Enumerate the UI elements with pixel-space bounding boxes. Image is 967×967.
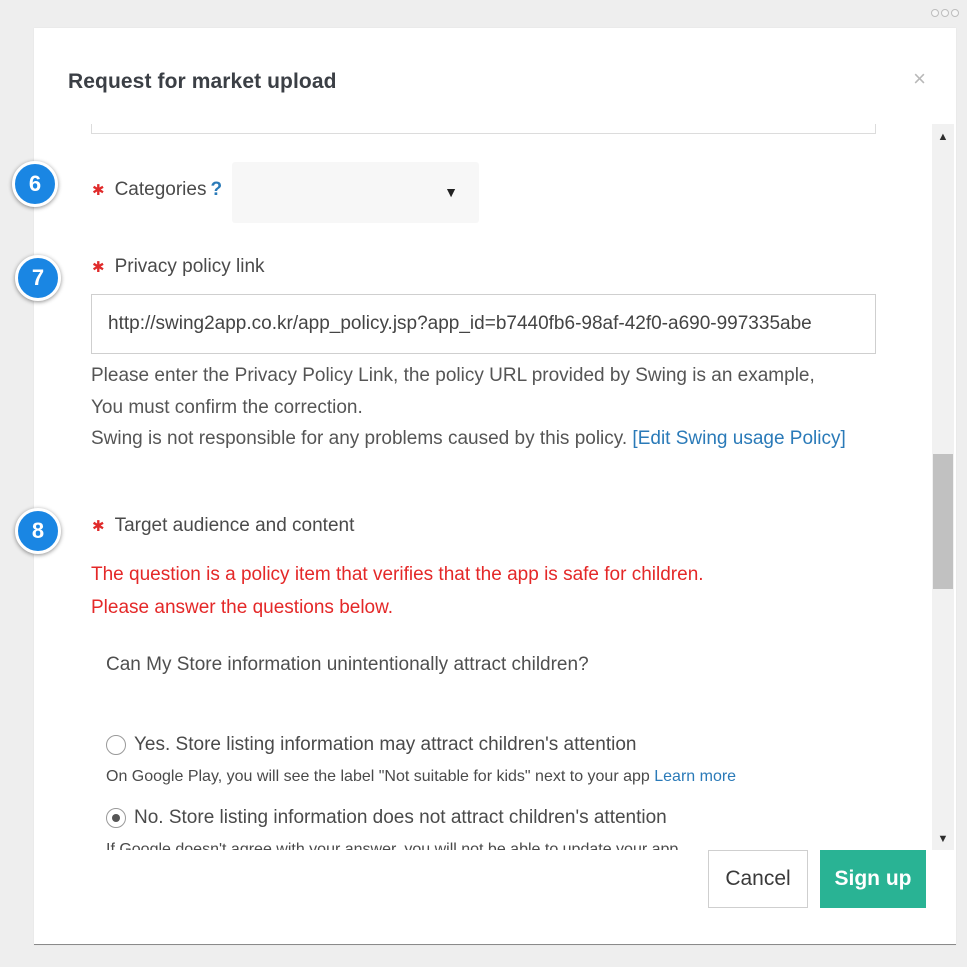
warning-line: The question is a policy item that verif… [91,564,704,585]
asterisk-icon: ✱ [92,182,105,199]
target-audience-label-text: Target audience and content [114,515,355,536]
privacy-policy-label: ✱ Privacy policy link [92,256,265,278]
step-badge-6: 6 [12,161,58,207]
scroll-up-arrow-icon[interactable]: ▲ [932,126,954,148]
radio-label-no: No. Store listing information does not a… [134,807,667,828]
caret-down-icon: ▼ [444,184,458,200]
warning-line: Please answer the questions below. [91,597,394,618]
scrollbar-thumb[interactable] [933,454,953,589]
privacy-help-line: Swing is not responsible for any problem… [91,423,851,455]
categories-help-icon[interactable]: ? [210,179,222,201]
step-badge-7: 7 [15,255,61,301]
privacy-policy-help: Please enter the Privacy Policy Link, th… [91,360,851,455]
attract-children-question: Can My Store information unintentionally… [106,654,589,675]
close-icon[interactable]: × [913,68,926,90]
categories-label-text: Categories [114,179,207,200]
categories-label: ✱ Categories ? [92,179,222,201]
vertical-scrollbar[interactable]: ▲ ▼ [932,124,954,850]
previous-field-bottom [91,124,876,134]
radio-note-yes: On Google Play, you will see the label "… [106,768,736,786]
radio-note-yes-text: On Google Play, you will see the label "… [106,768,655,785]
privacy-help-line: Please enter the Privacy Policy Link, th… [91,365,815,386]
window-dot-icon [941,9,949,17]
privacy-policy-input[interactable]: http://swing2app.co.kr/app_policy.jsp?ap… [91,294,876,354]
edit-usage-policy-link[interactable]: [Edit Swing usage Policy] [632,428,845,449]
modal-scroll-content: ✱ Categories ? ▼ ✱ Privacy policy link h… [34,124,934,850]
asterisk-icon: ✱ [92,259,105,276]
cancel-button[interactable]: Cancel [708,850,808,908]
radio-button-yes[interactable] [106,735,126,755]
target-audience-label: ✱ Target audience and content [92,515,354,537]
scroll-down-arrow-icon[interactable]: ▼ [932,828,954,850]
categories-select[interactable]: ▼ [232,162,479,223]
modal-title: Request for market upload [68,70,337,93]
radio-option-yes[interactable]: Yes. Store listing information may attra… [106,734,636,756]
window-frame: Request for market upload × ✱ Categories… [0,0,967,967]
privacy-help-text: Swing is not responsible for any problem… [91,428,633,449]
children-safety-warning: The question is a policy item that verif… [91,558,704,624]
window-controls [931,9,959,17]
sign-up-button[interactable]: Sign up [820,850,926,908]
window-dot-icon [931,9,939,17]
privacy-help-line: You must confirm the correction. [91,396,363,418]
radio-note-no: If Google doesn't agree with your answer… [106,841,679,850]
radio-option-no[interactable]: No. Store listing information does not a… [106,807,667,829]
radio-label-yes: Yes. Store listing information may attra… [134,734,637,755]
market-upload-modal: Request for market upload × ✱ Categories… [12,28,956,945]
window-dot-icon [951,9,959,17]
step-badge-8: 8 [15,508,61,554]
learn-more-link[interactable]: Learn more [654,768,736,785]
radio-button-no[interactable] [106,808,126,828]
privacy-policy-label-text: Privacy policy link [114,256,265,277]
asterisk-icon: ✱ [92,518,105,535]
